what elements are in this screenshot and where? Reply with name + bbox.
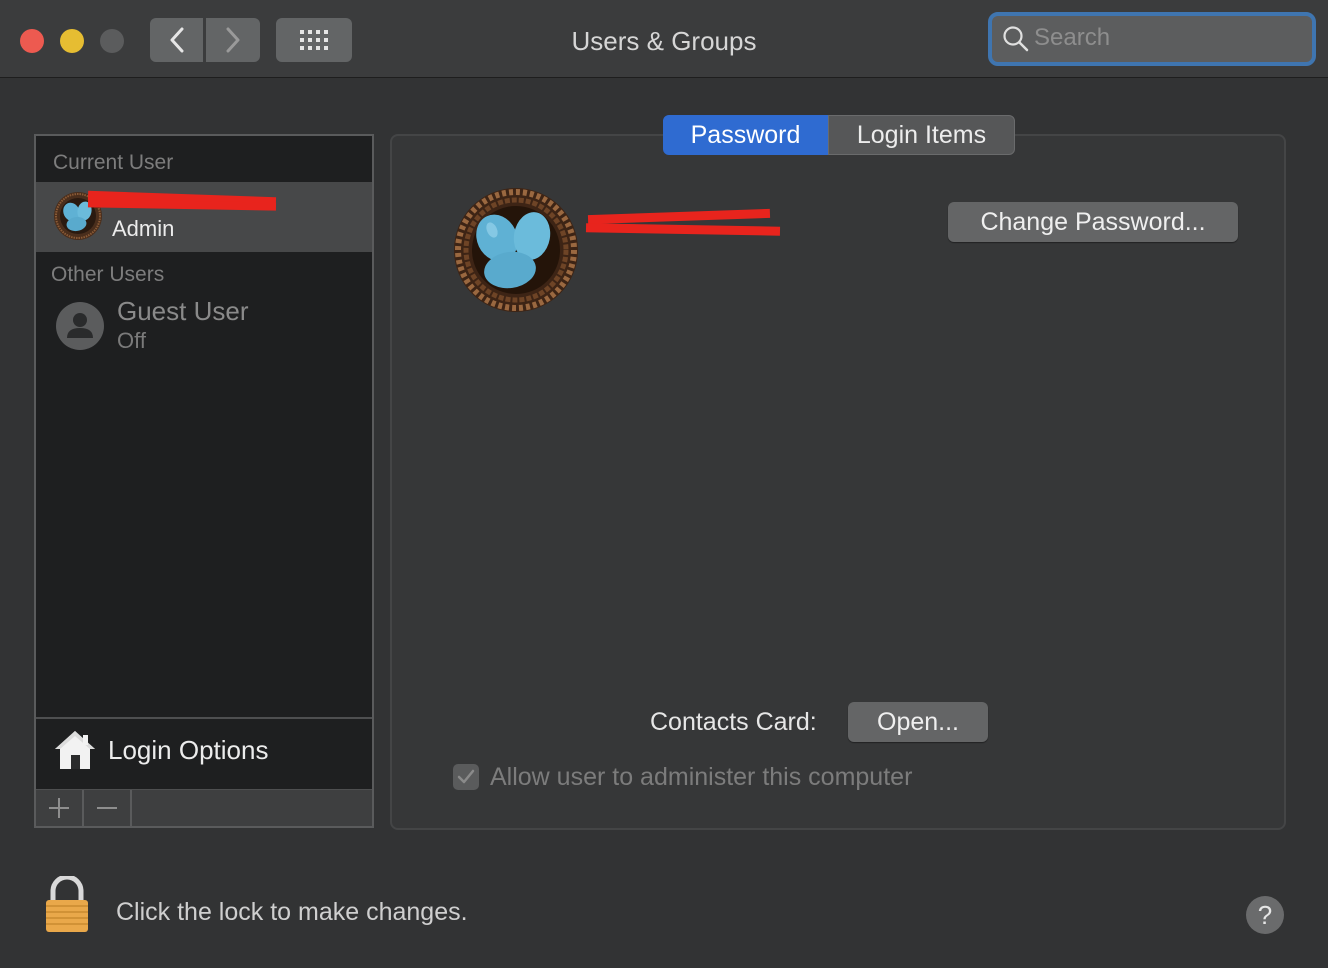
add-remove-bar (36, 790, 372, 826)
change-password-button[interactable]: Change Password... (948, 202, 1238, 242)
lock-message: Click the lock to make changes. (116, 898, 468, 926)
help-button[interactable]: ? (1246, 896, 1284, 934)
allow-admin-label: Allow user to administer this computer (490, 763, 913, 791)
search-field[interactable] (988, 12, 1316, 66)
redaction-mark (585, 223, 781, 236)
checkmark-icon (457, 769, 475, 784)
tab-password[interactable]: Password (663, 115, 828, 155)
guest-user-name: Guest User (117, 296, 249, 326)
title-bar: Users & Groups (0, 0, 1328, 78)
search-icon (1003, 26, 1029, 52)
minus-icon (97, 807, 117, 809)
redaction-mark (587, 208, 771, 225)
open-contacts-button[interactable]: Open... (848, 702, 988, 742)
tab-bar: Password Login Items (663, 115, 1015, 155)
users-sidebar: Current User Admin Other Users Guest Use… (34, 134, 374, 828)
allow-admin-checkbox[interactable] (453, 764, 479, 790)
current-user-section-label: Current User (53, 151, 174, 174)
tab-login-items[interactable]: Login Items (828, 115, 1015, 155)
other-users-section-label: Other Users (51, 263, 165, 286)
remove-user-button[interactable] (84, 790, 132, 826)
house-icon (55, 731, 95, 769)
add-user-button[interactable] (36, 790, 84, 826)
contacts-card-label: Contacts Card: (650, 708, 817, 736)
login-options-label: Login Options (108, 735, 269, 765)
login-options-item[interactable]: Login Options (36, 717, 372, 791)
nest-avatar-icon[interactable] (452, 186, 580, 314)
lock-icon[interactable] (44, 876, 90, 934)
guest-user-status: Off (117, 328, 146, 353)
person-icon (56, 302, 104, 350)
current-user-role: Admin (112, 216, 175, 241)
password-panel: Change Password... Contacts Card: Open..… (390, 134, 1286, 830)
search-input[interactable] (1032, 22, 1306, 54)
sidebar-item-current-user[interactable]: Admin (36, 182, 372, 252)
plus-icon (49, 798, 69, 818)
